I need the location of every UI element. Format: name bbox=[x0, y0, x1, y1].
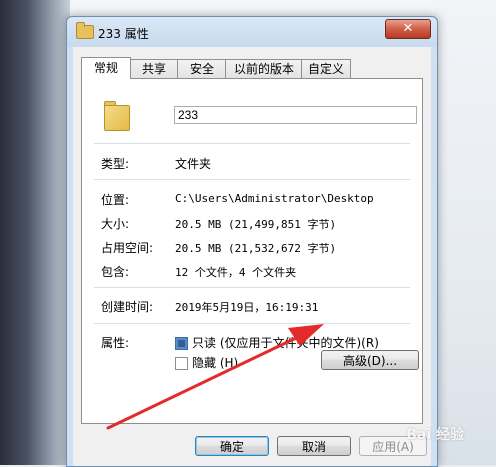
divider bbox=[94, 323, 410, 324]
advanced-button[interactable]: 高级(D)... bbox=[321, 350, 419, 370]
window-title: 233 属性 bbox=[98, 27, 149, 41]
type-value: 文件夹 bbox=[175, 157, 212, 171]
general-tab-panel: 类型: 文件夹 位置: C:\Users\Administrator\Deskt… bbox=[81, 78, 423, 424]
divider bbox=[94, 143, 410, 144]
divider bbox=[94, 179, 410, 180]
desktop-wallpaper-left bbox=[0, 0, 70, 465]
readonly-label[interactable]: 只读 (仅应用于文件夹中的文件)(R) bbox=[192, 334, 379, 351]
divider bbox=[94, 287, 410, 288]
disk-size-value: 20.5 MB (21,532,672 字节) bbox=[175, 242, 337, 255]
location-label: 位置: bbox=[101, 193, 130, 207]
properties-dialog: 233 属性 ✕ 常规 共享 安全 以前的版本 自定义 类型: 文件夹 位置: … bbox=[66, 16, 438, 467]
size-label: 大小: bbox=[101, 217, 130, 231]
tab-previous-versions[interactable]: 以前的版本 bbox=[225, 59, 303, 78]
attributes-label: 属性: bbox=[101, 336, 130, 350]
title-bar[interactable]: 233 属性 ✕ bbox=[67, 17, 437, 47]
folder-icon bbox=[76, 22, 94, 39]
cancel-button[interactable]: 取消 bbox=[277, 436, 351, 456]
watermark-text: Bai 经验 bbox=[406, 427, 464, 443]
type-label: 类型: bbox=[101, 157, 130, 171]
created-label: 创建时间: bbox=[101, 300, 154, 314]
size-value: 20.5 MB (21,499,851 字节) bbox=[175, 218, 337, 231]
disk-size-label: 占用空间: bbox=[101, 241, 154, 255]
contains-value: 12 个文件，4 个文件夹 bbox=[175, 266, 297, 279]
tab-customize[interactable]: 自定义 bbox=[301, 59, 351, 78]
tab-general[interactable]: 常规 bbox=[81, 57, 131, 79]
close-button[interactable]: ✕ bbox=[385, 19, 431, 39]
hidden-label[interactable]: 隐藏 (H) bbox=[192, 354, 238, 371]
contains-label: 包含: bbox=[101, 265, 130, 279]
folder-icon bbox=[104, 101, 130, 131]
desktop-wallpaper-right bbox=[434, 0, 496, 465]
readonly-checkbox[interactable] bbox=[175, 337, 188, 350]
dialog-client-area: 常规 共享 安全 以前的版本 自定义 类型: 文件夹 位置: C:\Users\… bbox=[73, 47, 431, 466]
location-value: C:\Users\Administrator\Desktop bbox=[175, 192, 374, 205]
tab-security[interactable]: 安全 bbox=[177, 59, 227, 78]
folder-name-input[interactable] bbox=[174, 106, 417, 124]
tab-sharing[interactable]: 共享 bbox=[129, 59, 179, 78]
ok-button[interactable]: 确定 bbox=[195, 436, 269, 456]
created-value: 2019年5月19日，16:19:31 bbox=[175, 301, 319, 314]
hidden-checkbox[interactable] bbox=[175, 357, 188, 370]
